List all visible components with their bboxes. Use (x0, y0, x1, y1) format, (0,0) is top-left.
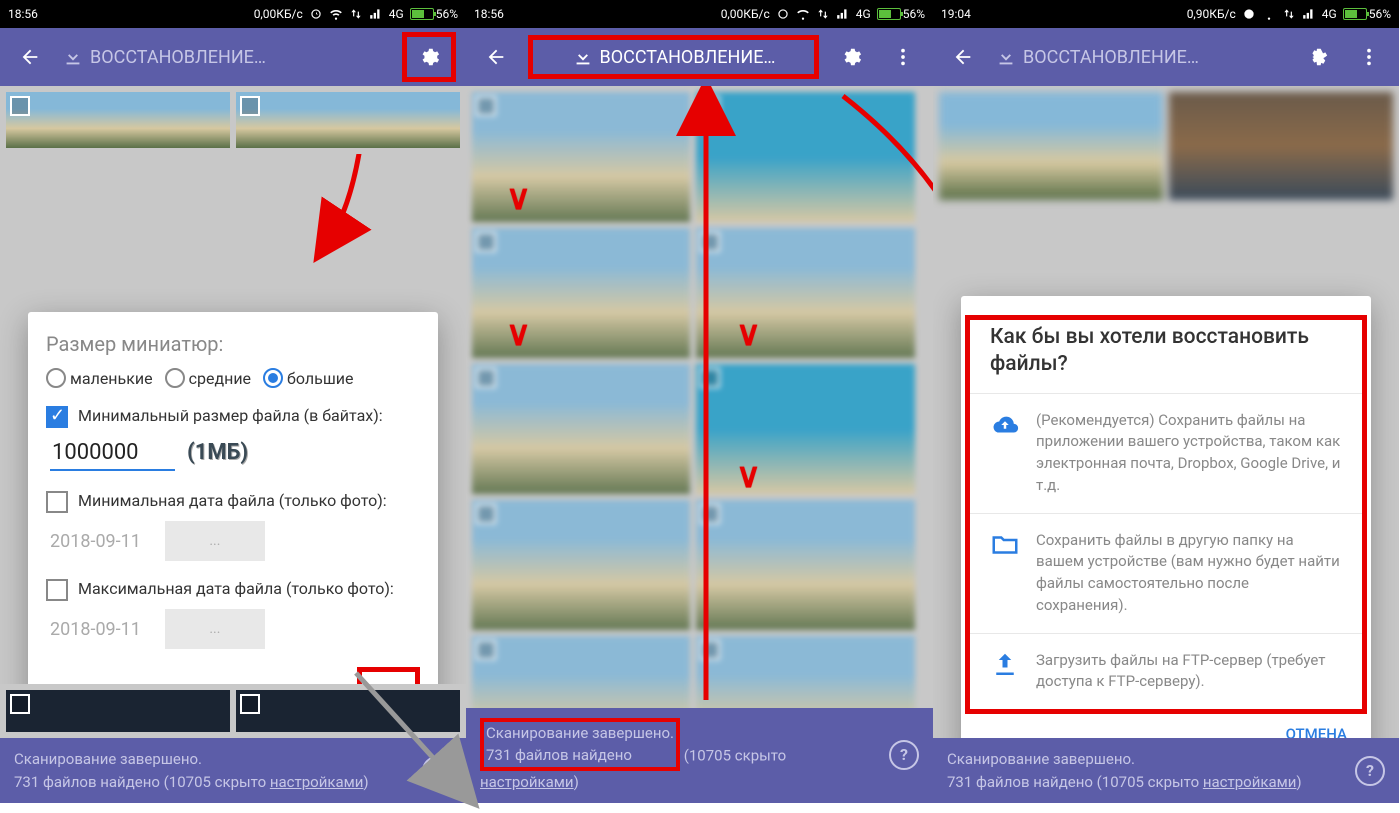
thumbnail[interactable] (236, 92, 460, 148)
status-bar: 18:56 0,00КБ/с 4G 56% (0, 0, 466, 28)
content-area: Размер миниатюр: маленькие средние больш… (0, 154, 466, 684)
wifi-icon (329, 7, 343, 21)
thumbnail[interactable] (6, 92, 230, 148)
maxdate-value: 2018-09-11 (50, 619, 141, 640)
net-speed: 0,00КБ/с (254, 7, 303, 21)
app-toolbar: ВОССТАНОВЛЕНИЕ… (466, 28, 933, 86)
status-time: 18:56 (8, 7, 38, 21)
option-cloud[interactable]: (Рекомендуется) Сохранить файлы на прило… (970, 393, 1362, 513)
status-footer: Сканирование завершено. 731 файлов найде… (933, 738, 1399, 803)
more-button[interactable] (1349, 37, 1389, 77)
maxdate-picker-button[interactable]: ... (165, 609, 265, 649)
back-button[interactable] (943, 37, 983, 77)
battery-indicator: 56% (410, 7, 458, 21)
cloud-upload-icon (990, 410, 1020, 440)
help-button[interactable]: ? (889, 740, 919, 770)
radio-small[interactable]: маленькие (46, 368, 153, 388)
help-button[interactable]: ? (1355, 756, 1385, 786)
download-icon (995, 46, 1017, 68)
app-toolbar: ВОССТАНОВЛЕНИЕ… (933, 28, 1399, 86)
dialog-title: Размер миниатюр: (46, 332, 420, 356)
signal-icon (1302, 7, 1316, 21)
maxdate-checkbox[interactable] (46, 579, 68, 601)
mindate-checkbox[interactable] (46, 491, 68, 513)
toolbar-title: ВОССТАНОВЛЕНИЕ… (62, 46, 390, 68)
data-icon (1282, 7, 1296, 21)
minsize-label: Минимальный размер файла (в байтах): (78, 406, 420, 427)
thumbnail-strip (0, 86, 466, 154)
settings-link[interactable]: настройками (480, 773, 574, 791)
scan-status: Сканирование завершено. (486, 724, 674, 742)
radio-large[interactable]: большие (263, 368, 353, 388)
toolbar-title: ВОССТАНОВЛЕНИЕ… (995, 46, 1285, 68)
settings-button[interactable] (831, 37, 871, 77)
status-footer: Сканирование завершено. 731 файлов найде… (0, 738, 466, 803)
checkbox-icon[interactable] (240, 694, 260, 714)
folder-icon (990, 530, 1020, 560)
back-button[interactable] (476, 37, 516, 77)
restore-dialog: Как бы вы хотели восстановить файлы? (Ре… (961, 296, 1371, 738)
option-ftp[interactable]: Загрузить файлы на FTP-сервер (требует д… (970, 633, 1362, 710)
download-icon (572, 46, 594, 68)
thumbnail[interactable] (236, 690, 460, 732)
minsize-input[interactable] (50, 436, 175, 471)
option-folder[interactable]: Сохранить файлы в другую папку на вашем … (970, 513, 1362, 633)
radio-medium[interactable]: средние (165, 368, 251, 388)
battery-indicator: 56% (1343, 7, 1391, 21)
status-time: 18:56 (474, 7, 504, 21)
maxdate-label: Максимальная дата файла (только фото): (78, 579, 420, 600)
alarm-icon (1242, 7, 1256, 21)
status-bar: 18:56 0,00КБ/с 4G 56% (466, 0, 933, 28)
help-button[interactable]: ? (422, 756, 452, 786)
content-area[interactable]: ∨ ∨ ∨ ∨ (466, 86, 933, 708)
scan-status: Сканирование завершено. (14, 750, 202, 768)
files-found: 731 файлов найдено (947, 773, 1093, 791)
settings-link[interactable]: настройками (270, 773, 364, 791)
wifi-icon (1262, 7, 1276, 21)
alarm-icon (776, 7, 790, 21)
status-bar: 19:04 0,90КБ/с 4G 56% (933, 0, 1399, 28)
settings-button[interactable] (402, 32, 456, 82)
data-icon (349, 7, 363, 21)
checkbox-icon[interactable] (10, 96, 30, 116)
thumbnail-strip-bottom (0, 684, 466, 738)
thumbnail-grid (466, 86, 933, 708)
signal-type: 4G (389, 7, 404, 21)
download-icon (62, 46, 84, 68)
size-annotation: (1МБ) (187, 440, 248, 465)
ok-button[interactable]: OK (357, 667, 420, 684)
cancel-button[interactable]: ОТМЕНА (1282, 717, 1351, 738)
mindate-value: 2018-09-11 (50, 531, 141, 552)
upload-icon (990, 650, 1020, 680)
settings-link[interactable]: настройками (1203, 773, 1297, 791)
files-found: 731 файлов найдено (14, 773, 160, 791)
settings-dialog: Размер миниатюр: маленькие средние больш… (28, 312, 438, 684)
status-footer: Сканирование завершено. 731 файлов найде… (466, 708, 933, 804)
checkbox-icon[interactable] (240, 96, 260, 116)
battery-indicator: 56% (877, 7, 925, 21)
signal-icon (836, 7, 850, 21)
back-button[interactable] (10, 37, 50, 77)
scan-status: Сканирование завершено. (947, 750, 1135, 768)
content-area: Как бы вы хотели восстановить файлы? (Ре… (933, 86, 1399, 738)
thumbnail[interactable] (6, 690, 230, 732)
mindate-picker-button[interactable]: ... (165, 521, 265, 561)
wifi-icon (796, 7, 810, 21)
files-found: 731 файлов найдено (486, 746, 632, 764)
settings-button[interactable] (1297, 37, 1337, 77)
annotation-arrow (0, 154, 466, 328)
thumbnail-strip (933, 86, 1399, 206)
alarm-icon (309, 7, 323, 21)
signal-icon (369, 7, 383, 21)
mindate-label: Минимальная дата файла (только фото): (78, 491, 420, 512)
app-toolbar: ВОССТАНОВЛЕНИЕ… (0, 28, 466, 86)
data-icon (816, 7, 830, 21)
status-time: 19:04 (941, 7, 971, 21)
restore-title-button[interactable]: ВОССТАНОВЛЕНИЕ… (528, 35, 819, 79)
checkbox-icon[interactable] (10, 694, 30, 714)
dialog-title: Как бы вы хотели восстановить файлы? (970, 324, 1362, 393)
minsize-checkbox[interactable] (46, 406, 68, 428)
more-button[interactable] (883, 37, 923, 77)
